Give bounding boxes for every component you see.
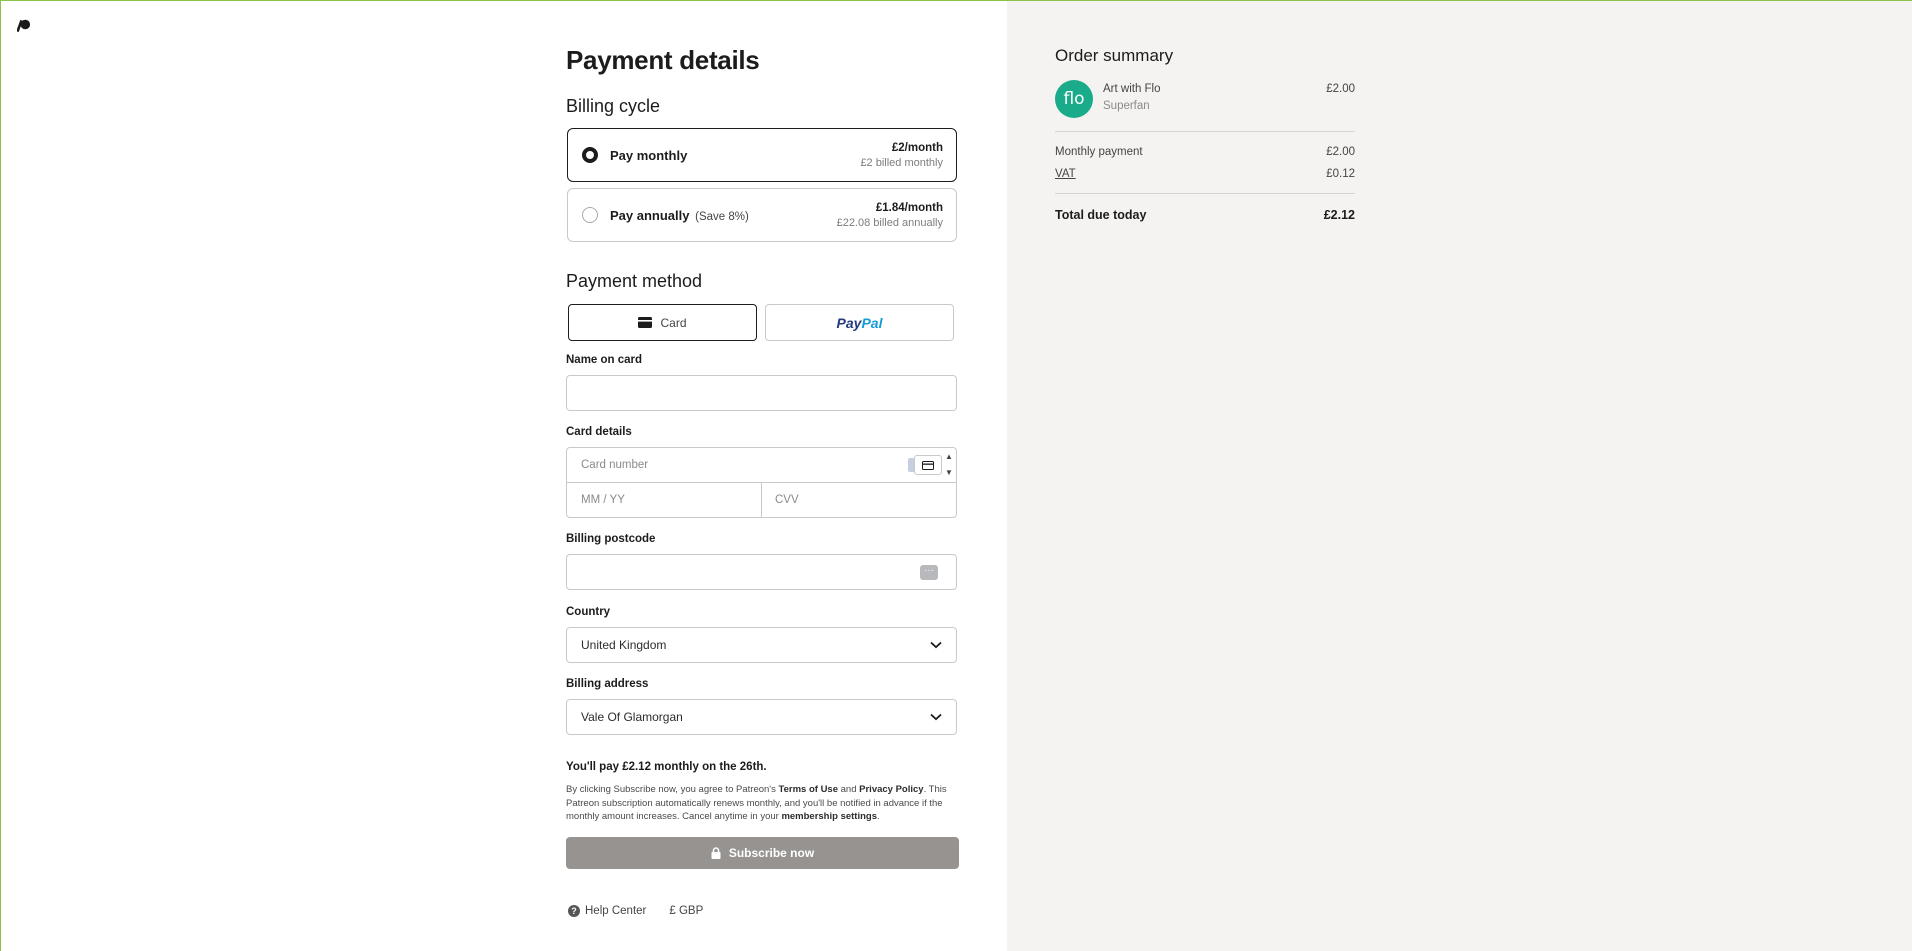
card-number-stepper[interactable]: ▲ ▼ [944,451,954,479]
billing-cycle-title: Billing cycle [566,96,661,116]
name-on-card-input[interactable] [566,375,957,411]
lock-icon [711,846,721,859]
payment-method-title: Payment method [566,271,703,291]
currency-selector[interactable]: £ GBP [669,905,703,917]
divider [1055,131,1355,132]
pay-annually-option[interactable]: Pay annually (Save 8%) £1.84/month £22.0… [567,188,957,242]
paypal-logo: PayPal [836,314,883,331]
order-summary-title: Order summary [1055,46,1174,65]
expiry-placeholder: MM / YY [581,494,625,506]
radio-annually[interactable] [582,207,598,223]
monthly-payment-value: £2.00 [1326,146,1355,158]
name-on-card-label: Name on card [566,354,643,366]
creator-row: flo Art with Flo Superfan £2.00 [1055,80,1355,118]
radio-monthly[interactable] [582,147,598,163]
country-label: Country [566,606,611,618]
card-number-placeholder: Card number [581,459,649,471]
monthly-price-main: £2/month [891,141,943,154]
creator-tier: Superfan [1103,100,1150,112]
billing-postcode-input[interactable]: ··· [566,554,957,590]
page-title: Payment details [566,45,760,75]
country-value: United Kingdom [581,638,667,652]
membership-settings-link[interactable]: membership settings [781,811,877,822]
privacy-link[interactable]: Privacy Policy [859,784,923,795]
creator-avatar: flo [1055,80,1093,118]
save-badge: (Save 8%) [695,210,749,223]
annual-billed: £22.08 billed annually [836,216,943,229]
total-value: £2.12 [1323,208,1355,222]
vat-label[interactable]: VAT [1055,168,1076,180]
total-label: Total due today [1055,208,1147,222]
checkout-pane: Payment details Billing cycle Pay monthl… [1,1,1007,951]
help-center-link[interactable]: ? Help Center [568,904,647,917]
billing-postcode-label: Billing postcode [566,533,656,545]
billing-address-select[interactable]: Vale Of Glamorgan [566,699,957,735]
card-tab-label: Card [660,315,687,330]
billing-address-label: Billing address [566,678,649,690]
expiry-input[interactable]: MM / YY [567,483,762,517]
card-details-field: Card number ▲ ▼ MM / YY CVV [566,447,957,518]
stepper-up-icon[interactable]: ▲ [945,451,953,463]
credit-card-icon [638,317,653,328]
paypal-tab[interactable]: PayPal [765,304,954,341]
pay-annually-label: Pay annually (Save 8%) [610,207,749,223]
monthly-payment-label: Monthly payment [1055,146,1143,158]
footer: ? Help Center £ GBP [568,904,959,917]
pay-monthly-label: Pay monthly [610,147,688,163]
creator-name: Art with Flo [1103,83,1161,95]
country-select[interactable]: United Kingdom [566,627,957,663]
monthly-payment-row: Monthly payment £2.00 [1055,146,1355,158]
total-row: Total due today £2.12 [1055,208,1355,222]
subscribe-button[interactable]: Subscribe now [566,836,959,869]
stepper-down-icon[interactable]: ▼ [945,467,953,479]
card-details-label: Card details [566,426,632,438]
subscribe-label: Subscribe now [728,845,815,860]
creator-info: Art with Flo Superfan [1103,83,1161,112]
payment-method-tabs: Card PayPal [568,304,959,341]
cvv-input[interactable]: CVV [762,483,956,517]
autofill-dots-icon[interactable]: ··· [920,565,938,580]
monthly-price: £2/month £2 billed monthly [860,142,943,169]
card-tab[interactable]: Card [568,304,757,341]
svg-text:?: ? [571,906,577,916]
monthly-billed: £2 billed monthly [860,156,943,169]
payment-form: Payment details Billing cycle Pay monthl… [566,43,959,917]
payment-schedule-text: You'll pay £2.12 monthly on the 26th. [566,761,767,773]
cvv-placeholder: CVV [775,494,799,506]
card-brand-icon [914,455,942,475]
help-circle-icon: ? [568,904,580,917]
terms-link[interactable]: Terms of Use [779,784,838,795]
tier-price: £2.00 [1326,83,1355,95]
chevron-down-icon [930,641,942,649]
vat-row: VAT £0.12 [1055,168,1355,180]
help-center-label: Help Center [585,904,647,917]
card-number-input[interactable]: Card number [567,448,956,483]
pay-monthly-option[interactable]: Pay monthly £2/month £2 billed monthly [567,128,957,182]
billing-address-value: Vale Of Glamorgan [581,710,683,724]
legal-notice: By clicking Subscribe now, you agree to … [566,784,947,822]
annual-price: £1.84/month £22.08 billed annually [837,202,943,229]
annual-price-main: £1.84/month [875,201,943,214]
patreon-logo-icon[interactable] [17,19,31,33]
vat-value: £0.12 [1326,168,1355,180]
chevron-down-icon [930,713,942,721]
order-summary: Order summary flo Art with Flo Superfan … [1055,45,1355,222]
divider [1055,193,1355,194]
